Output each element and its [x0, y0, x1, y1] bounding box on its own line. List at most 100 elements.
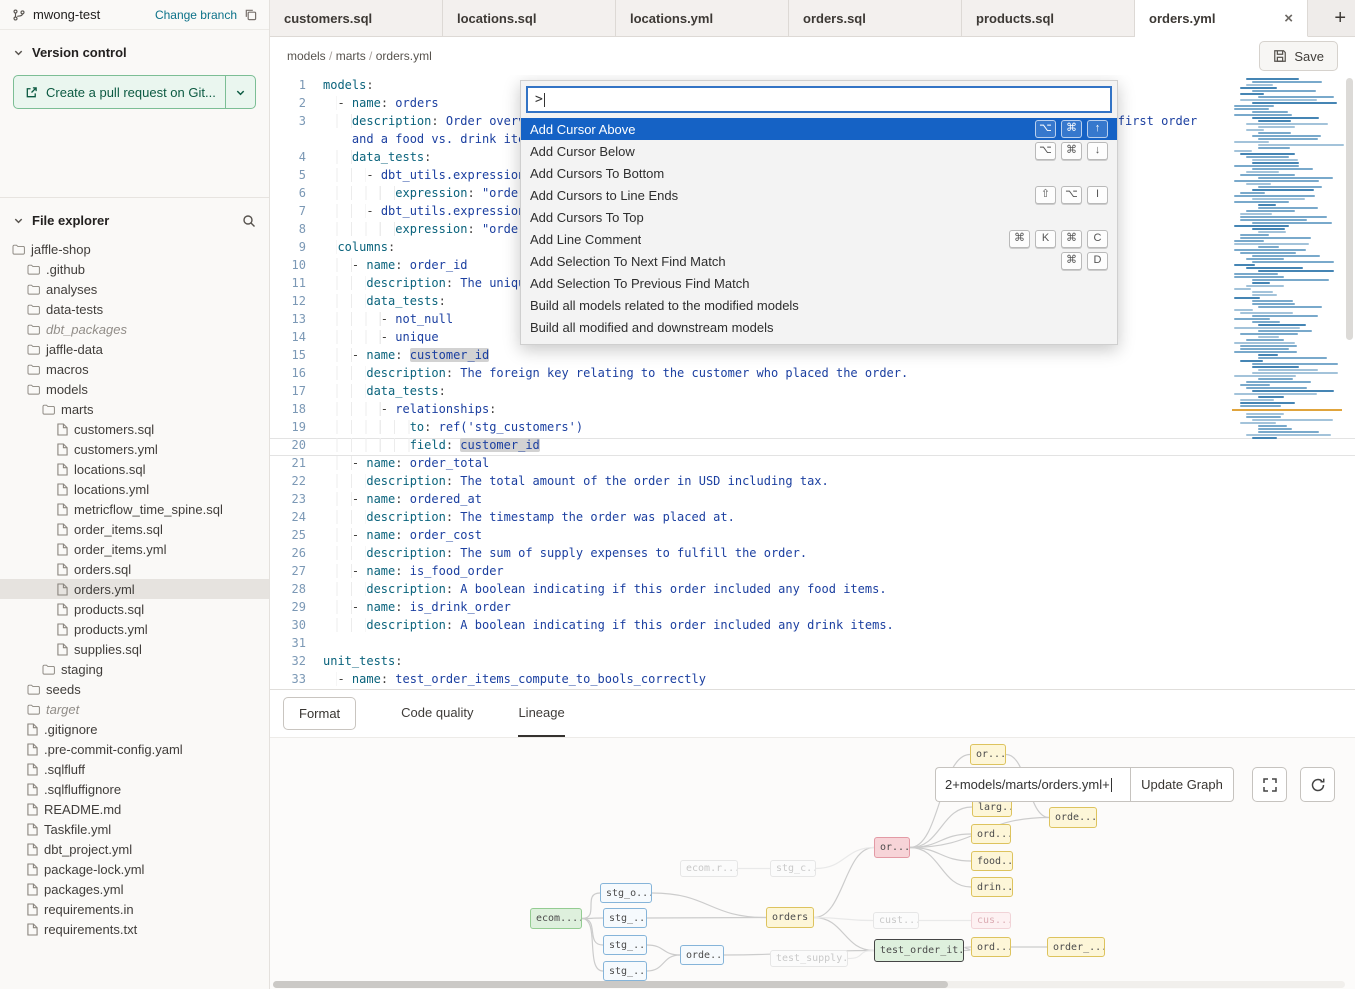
refresh-button[interactable] — [1300, 767, 1335, 802]
tree-item-dbt_project.yml[interactable]: dbt_project.yml — [0, 839, 269, 859]
code-editor[interactable]: 1models:2 - name: orders3 description: O… — [270, 75, 1355, 689]
palette-item[interactable]: Add Cursors to Line Ends⇧⌥I — [521, 184, 1117, 206]
tab-customers.sql[interactable]: customers.sql — [270, 0, 443, 37]
lineage-node-orde[interactable]: orde... — [680, 945, 724, 965]
tree-item-Taskfile.yml[interactable]: Taskfile.yml — [0, 819, 269, 839]
file-explorer-header[interactable]: File explorer — [0, 198, 269, 237]
search-icon[interactable] — [242, 214, 256, 228]
version-control-header[interactable]: Version control — [0, 30, 269, 69]
palette-item[interactable]: Add Selection To Next Find Match⌘D — [521, 250, 1117, 272]
tree-item-dbt_packages[interactable]: dbt_packages — [0, 319, 269, 339]
lineage-node-ord[interactable]: ord... — [971, 824, 1011, 844]
tree-item-packages.yml[interactable]: packages.yml — [0, 879, 269, 899]
tree-item-.sqlfluffignore[interactable]: .sqlfluffignore — [0, 779, 269, 799]
tree-item-customers.yml[interactable]: customers.yml — [0, 439, 269, 459]
lineage-node-stg_c[interactable]: stg_c... — [770, 860, 816, 877]
lineage-node-stg_o[interactable]: stg_o... — [600, 883, 652, 903]
create-pr-button[interactable]: Create a pull request on Git... — [13, 75, 256, 109]
lineage-node-or[interactable]: or... — [874, 837, 910, 858]
create-pr-main[interactable]: Create a pull request on Git... — [14, 76, 225, 108]
lineage-node-test_order_it[interactable]: test_order_it... — [874, 939, 964, 962]
format-button[interactable]: Format — [283, 697, 356, 730]
breadcrumb-item[interactable]: marts — [336, 49, 366, 63]
palette-item[interactable]: Add Line Comment⌘K⌘C — [521, 228, 1117, 250]
tree-item-analyses[interactable]: analyses — [0, 279, 269, 299]
tree-item-jaffle-data[interactable]: jaffle-data — [0, 339, 269, 359]
lineage-node-stg_[interactable]: stg_... — [603, 908, 647, 928]
lineage-node-ecom[interactable]: ecom.... — [530, 908, 582, 929]
tree-item-staging[interactable]: staging — [0, 659, 269, 679]
lineage-node-ord[interactable]: ord... — [971, 937, 1011, 957]
tree-item-order_items.sql[interactable]: order_items.sql — [0, 519, 269, 539]
tab-locations.yml[interactable]: locations.yml — [616, 0, 789, 37]
tree-item-locations.sql[interactable]: locations.sql — [0, 459, 269, 479]
lineage-node-orders[interactable]: orders — [766, 907, 814, 928]
tree-item-requirements.txt[interactable]: requirements.txt — [0, 919, 269, 939]
editor-scrollbar[interactable] — [1344, 75, 1355, 689]
tree-item-.gitignore[interactable]: .gitignore — [0, 719, 269, 739]
tree-item-macros[interactable]: macros — [0, 359, 269, 379]
lineage-hscrollbar-thumb[interactable] — [273, 981, 948, 988]
lineage-node-stg_[interactable]: stg_... — [603, 935, 647, 955]
tab-locations.sql[interactable]: locations.sql — [443, 0, 616, 37]
tab-code-quality[interactable]: Code quality — [401, 690, 473, 737]
lineage-node-orde[interactable]: orde... — [1049, 807, 1097, 828]
tree-item-marts[interactable]: marts — [0, 399, 269, 419]
tree-item-requirements.in[interactable]: requirements.in — [0, 899, 269, 919]
command-palette-input[interactable]: > — [527, 87, 1111, 112]
tree-item-target[interactable]: target — [0, 699, 269, 719]
tree-item-data-tests[interactable]: data-tests — [0, 299, 269, 319]
tree-item-models[interactable]: models — [0, 379, 269, 399]
lineage-hscrollbar[interactable] — [273, 981, 1345, 988]
lineage-node-cus[interactable]: cus... — [971, 912, 1011, 929]
lineage-node-cust[interactable]: cust.... — [873, 912, 919, 929]
lineage-node-test_supply[interactable]: test_supply... — [770, 950, 848, 967]
tree-item-metricflow_time_spine.sql[interactable]: metricflow_time_spine.sql — [0, 499, 269, 519]
copy-icon[interactable] — [244, 8, 257, 21]
lineage-node-food[interactable]: food... — [971, 851, 1013, 871]
tree-item-customers.sql[interactable]: customers.sql — [0, 419, 269, 439]
tree-item-locations.yml[interactable]: locations.yml — [0, 479, 269, 499]
change-branch-link[interactable]: Change branch — [155, 8, 237, 22]
lineage-node-stg_[interactable]: stg_... — [603, 961, 647, 981]
tab-orders.sql[interactable]: orders.sql — [789, 0, 962, 37]
tree-item-supplies.sql[interactable]: supplies.sql — [0, 639, 269, 659]
tree-item-products.yml[interactable]: products.yml — [0, 619, 269, 639]
tree-item-order_items.yml[interactable]: order_items.yml — [0, 539, 269, 559]
new-tab-button[interactable]: + — [1334, 8, 1346, 28]
lineage-node-drin[interactable]: drin... — [971, 877, 1013, 897]
tree-item-.sqlfluff[interactable]: .sqlfluff — [0, 759, 269, 779]
close-icon[interactable]: × — [1276, 10, 1293, 27]
tree-item-package-lock.yml[interactable]: package-lock.yml — [0, 859, 269, 879]
breadcrumb-item[interactable]: models — [287, 49, 326, 63]
tree-item-products.sql[interactable]: products.sql — [0, 599, 269, 619]
palette-item[interactable]: Add Cursors To Top — [521, 206, 1117, 228]
fullscreen-button[interactable] — [1252, 767, 1287, 802]
tree-item-seeds[interactable]: seeds — [0, 679, 269, 699]
tab-orders.yml[interactable]: orders.yml× — [1135, 0, 1308, 37]
tab-products.sql[interactable]: products.sql — [962, 0, 1135, 37]
palette-item[interactable]: Build all models related to the modified… — [521, 294, 1117, 316]
palette-item[interactable]: Build all modified and downstream models — [521, 316, 1117, 338]
lineage-canvas[interactable]: or...orde...larg...ord...food...drin...o… — [270, 738, 1355, 989]
tree-item-.pre-commit-config.yaml[interactable]: .pre-commit-config.yaml — [0, 739, 269, 759]
lineage-filter-input[interactable]: 2+models/marts/orders.yml+ — [935, 767, 1130, 802]
palette-item[interactable]: Add Cursor Above⌥⌘↑ — [521, 118, 1117, 140]
tree-item-orders.sql[interactable]: orders.sql — [0, 559, 269, 579]
minimap[interactable] — [1232, 78, 1342, 440]
palette-item[interactable]: Add Cursor Below⌥⌘↓ — [521, 140, 1117, 162]
palette-item[interactable]: Add Cursors To Bottom — [521, 162, 1117, 184]
lineage-node-ecomr[interactable]: ecom.r... — [680, 860, 738, 877]
tree-item-orders.yml[interactable]: orders.yml — [0, 579, 269, 599]
pr-dropdown-chevron[interactable] — [225, 76, 255, 108]
palette-item[interactable]: Add Selection To Previous Find Match — [521, 272, 1117, 294]
editor-scrollbar-thumb[interactable] — [1346, 78, 1353, 340]
breadcrumb-item[interactable]: orders.yml — [376, 49, 432, 63]
update-graph-button[interactable]: Update Graph — [1130, 767, 1234, 802]
tab-lineage[interactable]: Lineage — [518, 690, 564, 737]
tree-item-.github[interactable]: .github — [0, 259, 269, 279]
tree-item-jaffle-shop[interactable]: jaffle-shop — [0, 239, 269, 259]
save-button[interactable]: Save — [1259, 41, 1338, 71]
tree-item-README.md[interactable]: README.md — [0, 799, 269, 819]
lineage-node-order_[interactable]: order_... — [1047, 937, 1105, 957]
